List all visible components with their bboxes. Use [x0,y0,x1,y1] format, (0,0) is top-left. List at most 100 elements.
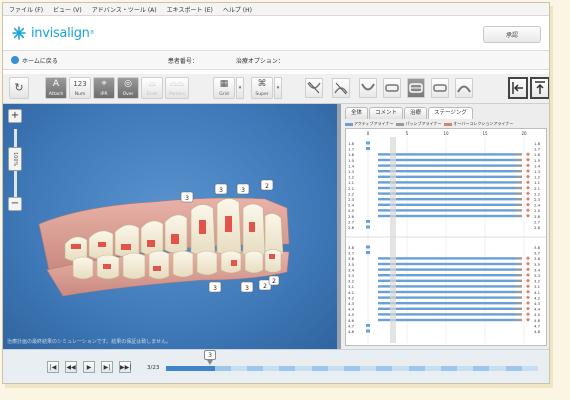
tooth-label: 4.6 [534,318,541,323]
tooth-label: 4.4 [534,307,541,312]
overcorrection-marker [526,295,530,300]
tooth-label: 2.6 [534,214,541,219]
current-stage-marker[interactable]: 3 [200,350,220,366]
active-aligner-bar [378,313,516,316]
stage-segment[interactable] [295,366,312,371]
passive-aligner-bar [516,153,522,156]
tooth-label: 2.8 [348,225,355,230]
view-hide-lower-button[interactable] [332,78,350,98]
approve-button[interactable]: 承認 [483,26,541,43]
tab-overview[interactable]: 全体 [345,107,369,119]
stage-segment[interactable] [392,366,409,371]
tooth-label: 4.2 [534,295,541,300]
patient-bar: ホームに戻る 患者番号： 治療オプション： [3,50,549,70]
passive-aligner-bar [516,192,522,195]
tooth-label: 4.3 [534,301,541,306]
passive-aligner-bar [516,198,522,201]
zoom-in-button[interactable]: + [8,109,22,123]
ipr-toggle[interactable]: ⌖ IPR [93,77,115,99]
teeth-model[interactable]: 3 3 3 2 3 3 2 2 [3,104,337,349]
view-front-button[interactable] [407,78,425,98]
tooth-label: 4.8 [534,329,541,334]
zoom-out-button[interactable]: − [8,197,22,211]
menu-view[interactable]: ビュー (V) [53,5,82,14]
active-aligner-bar [378,268,516,271]
stage-segment[interactable] [263,366,280,371]
home-icon[interactable] [11,56,19,64]
legend-overcorrection: オーバーコレクションアライナー [444,121,513,127]
brand-bar: invisalign ® 承認 [3,16,549,50]
view-lower-occlusal-button[interactable] [455,78,473,98]
passive-aligner-bar [516,307,522,310]
ipr-tag-label: 2 [265,183,269,190]
toolbar: ↻ A Attach 123 Num ⌖ IPR ◎ Over ⌓ Enet ⌓… [3,74,549,104]
tab-staging[interactable]: ステージング [428,107,473,119]
view-hide-upper-button[interactable] [305,78,323,98]
passive-aligner-bar [516,170,522,173]
active-aligner-bar [366,251,370,255]
menu-file[interactable]: ファイル (F) [9,5,43,14]
play-button[interactable]: ▶ [83,361,95,373]
current-stage-column [390,137,396,343]
active-aligner-bar [378,164,516,167]
tab-treatment[interactable]: 治療 [404,107,428,119]
overcorrection-marker [526,317,530,322]
overcorrection-marker [526,256,530,261]
superimpose-toggle[interactable]: ⌘ Super [251,77,273,99]
overcorrection-marker [526,306,530,311]
tab-comments[interactable]: コメント [369,107,404,119]
zoom-control: + 100% − [6,109,26,219]
active-aligner-bar [366,225,370,229]
passive-aligner-bar [516,318,522,322]
zoom-slider-thumb[interactable]: 100% [8,147,22,171]
collapse-left-button[interactable] [508,77,528,99]
active-aligner-bar [378,257,516,260]
collapse-top-button[interactable] [530,77,549,99]
overcorrection-marker [526,267,530,272]
stage-segment[interactable] [230,366,247,371]
enet-label: Enet [146,92,158,97]
timeline-bar: |◀ ◀◀ ▶ ▶| ▶▶| 3/23 3 [3,349,549,383]
view-upper-occlusal-button[interactable] [359,78,377,98]
attach-label: Attach [48,92,64,97]
previous-stage-button[interactable]: ◀◀ [65,361,77,373]
overlay-toggle[interactable]: ◎ Over [117,77,139,99]
refresh-button[interactable]: ↻ [9,77,29,99]
tooth-label: 1.8 [348,141,355,146]
menu-advanced-tools[interactable]: アドバンス・ツール (A) [92,5,157,14]
last-stage-button[interactable]: ▶▶| [119,361,131,373]
menu-help[interactable]: ヘルプ (H) [223,5,252,14]
grid-toggle[interactable]: ▦ Grid [213,77,235,99]
passive-aligner-bar [516,296,522,299]
pontics-toggle[interactable]: ⌓⌓ Pontics [165,77,189,99]
tooth-label: 4.5 [534,312,541,317]
active-aligner-bar [366,329,370,333]
arrow-left-bar-icon [512,82,523,94]
tooth-label: 2.1 [534,186,541,191]
stage-track[interactable] [166,366,538,371]
numbering-toggle[interactable]: 123 Num [69,77,91,99]
superimpose-dropdown[interactable]: ▾ [274,77,282,99]
attach-toggle[interactable]: A Attach [45,77,67,99]
tooth-label: 4.8 [348,329,355,334]
tooth-label: 4.7 [534,323,541,328]
overlay-icon: ◎ [124,79,132,89]
enet-toggle[interactable]: ⌓ Enet [141,77,163,99]
view-left-button[interactable] [431,78,449,98]
stage-segment[interactable] [457,366,474,371]
menu-export[interactable]: エキスポート (E) [167,5,213,14]
grid-dropdown[interactable]: ▾ [236,77,244,99]
stage-segment[interactable] [327,366,344,371]
stage-segment[interactable] [360,366,377,371]
next-stage-button[interactable]: ▶| [101,361,113,373]
home-link[interactable]: ホームに戻る [22,56,58,65]
staging-chart[interactable]: 0 5 10 15 20 1.8 1.8 1.7 1.7 1.6 1.6 1.5 1.5 1.4 1.4 1.… [345,128,547,346]
pontics-label: Pontics [169,92,185,97]
first-stage-button[interactable]: |◀ [47,361,59,373]
invisalign-logo-icon [11,25,27,41]
3d-viewer[interactable]: 3 3 3 2 3 3 2 2 + 100% − 治療計画の最終結果のシミュレー… [3,104,337,349]
stage-segment[interactable] [521,366,538,371]
stage-segment[interactable] [424,366,441,371]
stage-segment[interactable] [489,366,506,371]
view-right-button[interactable] [383,78,401,98]
